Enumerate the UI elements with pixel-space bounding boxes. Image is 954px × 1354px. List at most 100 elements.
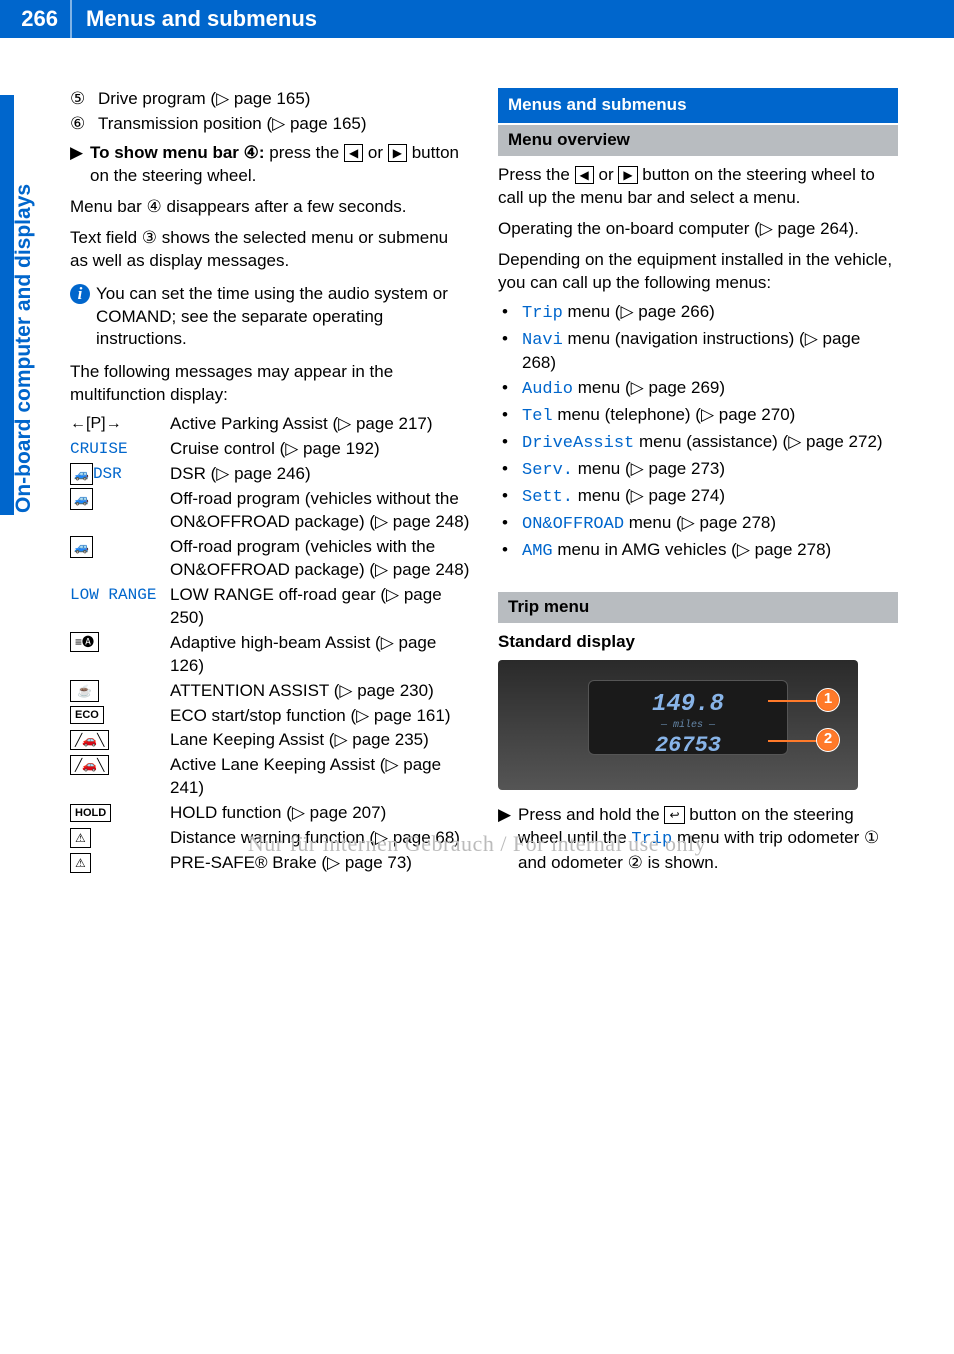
symbol-row: 🚙DSRDSR (▷ page 246)	[70, 463, 470, 486]
triangle-bullet-icon: ▶	[70, 142, 90, 188]
left-column: ⑤Drive program (▷ page 165)⑥Transmission…	[70, 88, 470, 877]
symbol-desc: Lane Keeping Assist (▷ page 235)	[170, 729, 470, 752]
menu-list-item: •Audio menu (▷ page 269)	[502, 377, 898, 402]
trip-odometer-value: 149.8	[589, 689, 787, 721]
menu-rest: menu (telephone) (▷ page 270)	[553, 405, 796, 424]
menu-rest: menu in AMG vehicles (▷ page 278)	[553, 540, 832, 559]
symbol-row: ╱🚗╲Lane Keeping Assist (▷ page 235)	[70, 729, 470, 752]
menu-code: Audio	[522, 380, 573, 399]
numbered-list: ⑤Drive program (▷ page 165)⑥Transmission…	[70, 88, 470, 136]
left-arrow-button-icon: ◀	[575, 166, 594, 184]
symbol-row: LOW RANGELOW RANGE off-road gear (▷ page…	[70, 584, 470, 630]
symbol-row: ≡🅐Adaptive high-beam Assist (▷ page 126)	[70, 632, 470, 678]
symbol-icon: ╱🚗╲	[70, 729, 170, 752]
bullet-icon: •	[502, 328, 522, 376]
numbered-item: ⑥Transmission position (▷ page 165)	[70, 113, 470, 136]
symbol-row: 🚙Off-road program (vehicles with the ON&…	[70, 536, 470, 582]
bullet-icon: •	[502, 301, 522, 326]
info-note-row: i You can set the time using the audio s…	[70, 283, 470, 352]
bullet-icon: •	[502, 539, 522, 564]
callout-1: 1	[816, 688, 840, 712]
menu-item-text: ON&OFFROAD menu (▷ page 278)	[522, 512, 776, 537]
menu-item-text: Audio menu (▷ page 269)	[522, 377, 725, 402]
menu-item-text: Sett. menu (▷ page 274)	[522, 485, 725, 510]
numbered-item: ⑤Drive program (▷ page 165)	[70, 88, 470, 111]
symbol-icon: LOW RANGE	[70, 584, 170, 630]
symbol-desc: DSR (▷ page 246)	[170, 463, 470, 486]
show-menu-bold: To show menu bar	[90, 143, 239, 162]
symbol-desc: ATTENTION ASSIST (▷ page 230)	[170, 680, 470, 703]
section-heading-blue: Menus and submenus	[498, 88, 898, 123]
symbol-icon: ←[P]→	[70, 413, 170, 436]
trip-menu-heading: Trip menu	[498, 592, 898, 623]
menu-item-text: Navi menu (navigation instructions) (▷ p…	[522, 328, 898, 376]
bullet-icon: •	[502, 431, 522, 456]
menu-rest: menu (▷ page 266)	[563, 302, 715, 321]
menu-code: Serv.	[522, 461, 573, 480]
menu-rest: menu (assistance) (▷ page 272)	[634, 432, 882, 451]
dashboard-screen: 149.8 — miles — 26753	[588, 680, 788, 755]
press-the: press the	[265, 143, 344, 162]
section-heading-gray: Menu overview	[498, 125, 898, 156]
menu-item-text: Tel menu (telephone) (▷ page 270)	[522, 404, 795, 429]
symbol-row: ←[P]→Active Parking Assist (▷ page 217)	[70, 413, 470, 436]
callout-line-2	[768, 740, 818, 742]
bullet-icon: •	[502, 458, 522, 483]
menu-code: Sett.	[522, 488, 573, 507]
symbol-desc: ECO start/stop function (▷ page 161)	[170, 705, 470, 728]
menu-list-item: •Navi menu (navigation instructions) (▷ …	[502, 328, 898, 376]
menubar-disappear: Menu bar ④ disappears after a few second…	[70, 196, 470, 219]
dashboard-image: 149.8 — miles — 26753 1 2	[498, 660, 858, 790]
symbol-row: ╱🚗╲Active Lane Keeping Assist (▷ page 24…	[70, 754, 470, 800]
menu-code: ON&OFFROAD	[522, 515, 624, 534]
menu-item-text: Trip menu (▷ page 266)	[522, 301, 715, 326]
or-word: or	[363, 143, 388, 162]
symbol-icon: 🚙	[70, 488, 170, 534]
menu-code: Navi	[522, 331, 563, 350]
symbol-icon: HOLD	[70, 802, 170, 825]
symbol-desc: Off-road program (vehicles with the ON&O…	[170, 536, 470, 582]
bullet-icon: •	[502, 512, 522, 537]
symbol-icon: ≡🅐	[70, 632, 170, 678]
menu-rest: menu (▷ page 273)	[573, 459, 725, 478]
callout-2: 2	[816, 728, 840, 752]
bullet-icon: •	[502, 485, 522, 510]
menu-code: DriveAssist	[522, 434, 634, 453]
header-title: Menus and submenus	[72, 6, 317, 32]
menu-list-item: •Tel menu (telephone) (▷ page 270)	[502, 404, 898, 429]
symbol-row: CRUISECruise control (▷ page 192)	[70, 438, 470, 461]
press-instruction: Press the ◀ or ▶ button on the steering …	[498, 164, 898, 210]
menu-rest: menu (▷ page 274)	[573, 486, 725, 505]
right-column: Menus and submenus Menu overview Press t…	[498, 88, 898, 877]
symbol-icon: ECO	[70, 705, 170, 728]
symbol-row: ☕ATTENTION ASSIST (▷ page 230)	[70, 680, 470, 703]
callout-line-1	[768, 700, 818, 702]
following-messages: The following messages may appear in the…	[70, 361, 470, 407]
left-arrow-button-icon: ◀	[344, 144, 363, 162]
item-number: ⑤	[70, 88, 98, 111]
menu-list-item: •Sett. menu (▷ page 274)	[502, 485, 898, 510]
symbol-icon: ☕	[70, 680, 170, 703]
or-word: or	[594, 165, 619, 184]
press-the-text: Press the	[498, 165, 575, 184]
menu-item-text: Serv. menu (▷ page 273)	[522, 458, 725, 483]
standard-display-heading: Standard display	[498, 631, 898, 654]
item-text: Transmission position (▷ page 165)	[98, 113, 367, 136]
symbol-desc: Cruise control (▷ page 192)	[170, 438, 470, 461]
menu-list-item: •Serv. menu (▷ page 273)	[502, 458, 898, 483]
symbol-row: 🚙Off-road program (vehicles without the …	[70, 488, 470, 534]
right-arrow-button-icon: ▶	[618, 166, 637, 184]
menu-code: AMG	[522, 542, 553, 561]
show-menu-text: To show menu bar ④: press the ◀ or ▶ but…	[90, 142, 470, 188]
symbol-icon: 🚙DSR	[70, 463, 170, 486]
odometer-value: 26753	[589, 731, 787, 761]
item-text: Drive program (▷ page 165)	[98, 88, 310, 111]
symbol-icon: 🚙	[70, 536, 170, 582]
back-button-icon: ↩	[664, 806, 684, 824]
symbol-desc: Adaptive high-beam Assist (▷ page 126)	[170, 632, 470, 678]
menu-rest: menu (▷ page 269)	[573, 378, 725, 397]
symbol-row: HOLDHOLD function (▷ page 207)	[70, 802, 470, 825]
menu-code: Trip	[522, 304, 563, 323]
bullet-icon: •	[502, 377, 522, 402]
menu-list: •Trip menu (▷ page 266)•Navi menu (navig…	[502, 301, 898, 564]
